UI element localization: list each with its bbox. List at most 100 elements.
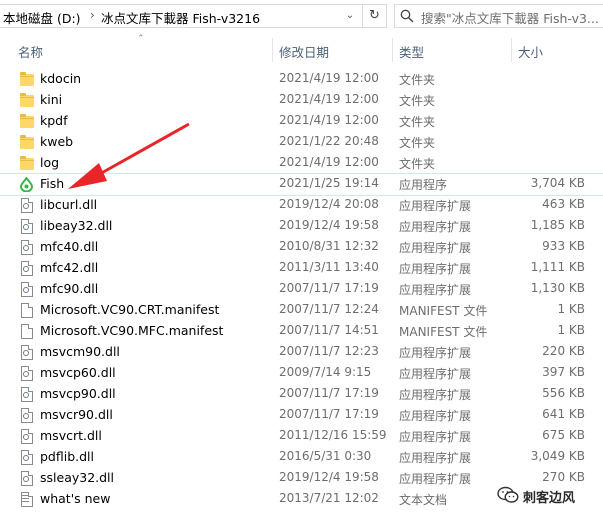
file-name[interactable]: Microsoft.VC90.CRT.manifest: [40, 302, 219, 317]
file-row[interactable]: libcurl.dll 2019/12/4 20:08 应用程序扩展 463 KB: [0, 195, 603, 216]
file-row[interactable]: msvcr90.dll 2007/11/7 17:19 应用程序扩展 641 KB: [0, 405, 603, 426]
file-type: 文件夹: [399, 136, 436, 150]
file-date: 2016/5/31 0:30: [279, 449, 372, 463]
wechat-icon: [497, 486, 519, 503]
file-name[interactable]: msvcm90.dll: [40, 344, 120, 359]
file-row[interactable]: kdocin 2021/4/19 12:00 文件夹: [0, 69, 603, 90]
file-size: 1,111 KB: [530, 260, 585, 274]
file-date: 2010/8/31 12:32: [279, 239, 379, 253]
file-name[interactable]: kdocin: [40, 71, 81, 86]
file-name[interactable]: what's new: [40, 491, 110, 506]
search-placeholder[interactable]: 搜索"冰点文库下載器 Fish-v3...: [421, 8, 599, 27]
file-row[interactable]: mfc42.dll 2011/3/11 13:40 应用程序扩展 1,111 KB: [0, 258, 603, 279]
file-size: 1,130 KB: [530, 281, 585, 295]
breadcrumb-separator[interactable]: ›: [90, 8, 95, 22]
breadcrumb-drive[interactable]: 本地磁盘 (D:): [3, 8, 81, 27]
file-name[interactable]: msvcp60.dll: [40, 365, 116, 380]
file-date: 2009/7/14 9:15: [279, 365, 372, 379]
file-name[interactable]: ssleay32.dll: [40, 470, 114, 485]
column-header-size[interactable]: 大小: [518, 42, 543, 61]
search-box[interactable]: 搜索"冰点文库下載器 Fish-v3...: [394, 4, 603, 28]
file-date: 2019/12/4 20:08: [279, 197, 379, 211]
file-name[interactable]: msvcp90.dll: [40, 386, 116, 401]
folder-icon: [19, 134, 35, 151]
file-row[interactable]: mfc40.dll 2010/8/31 12:32 应用程序扩展 933 KB: [0, 237, 603, 258]
file-type: 应用程序扩展: [399, 388, 472, 402]
dll-icon: [19, 428, 35, 445]
file-name[interactable]: msvcrt.dll: [40, 428, 102, 443]
file-name[interactable]: mfc40.dll: [40, 239, 98, 254]
file-row[interactable]: msvcp60.dll 2009/7/14 9:15 应用程序扩展 397 KB: [0, 363, 603, 384]
file-type: 文本文档: [399, 493, 448, 507]
file-row[interactable]: Microsoft.VC90.MFC.manifest 2007/11/7 14:…: [0, 321, 603, 342]
history-dropdown-icon[interactable]: ⌄: [339, 5, 361, 27]
file-row[interactable]: log 2021/4/19 12:00 文件夹: [0, 153, 603, 174]
file-type: 应用程序扩展: [399, 409, 472, 423]
file-type: 应用程序扩展: [399, 430, 472, 444]
dll-icon: [19, 470, 35, 487]
file-type: 应用程序扩展: [399, 262, 472, 276]
file-name[interactable]: pdflib.dll: [40, 449, 94, 464]
file-icon: [19, 302, 35, 319]
column-header-type[interactable]: 类型: [399, 42, 424, 61]
column-divider[interactable]: [511, 38, 512, 62]
dll-icon: [19, 197, 35, 214]
file-type: 应用程序扩展: [399, 241, 472, 255]
file-row[interactable]: pdflib.dll 2016/5/31 0:30 应用程序扩展 3,049 KB: [0, 447, 603, 468]
file-row[interactable]: libeay32.dll 2019/12/4 19:58 应用程序扩展 1,185 K…: [0, 216, 603, 237]
file-size: 641 KB: [542, 407, 585, 421]
file-name[interactable]: libcurl.dll: [40, 197, 97, 212]
file-name[interactable]: log: [40, 155, 59, 170]
file-date: 2021/4/19 12:00: [279, 113, 379, 127]
file-type: 应用程序扩展: [399, 472, 472, 486]
file-row[interactable]: kweb 2021/1/22 20:48 文件夹: [0, 132, 603, 153]
column-divider[interactable]: [392, 38, 393, 62]
file-size: 220 KB: [542, 344, 585, 358]
dll-icon: [19, 386, 35, 403]
file-type: MANIFEST 文件: [399, 304, 488, 318]
file-type: 应用程序: [399, 178, 448, 192]
file-date: 2013/7/21 12:02: [279, 491, 379, 505]
folder-icon: [19, 92, 35, 109]
file-row[interactable]: Microsoft.VC90.CRT.manifest 2007/11/7 12:…: [0, 300, 603, 321]
file-date: 2007/11/7 12:23: [279, 344, 379, 358]
dll-icon: [19, 449, 35, 466]
refresh-icon[interactable]: ↻: [362, 5, 386, 27]
file-date: 2021/4/19 12:00: [279, 92, 379, 106]
file-name[interactable]: libeay32.dll: [40, 218, 112, 233]
file-size: 556 KB: [542, 386, 585, 400]
file-row[interactable]: mfc90.dll 2007/11/7 17:19 应用程序扩展 1,130 KB: [0, 279, 603, 300]
breadcrumb-folder[interactable]: 冰点文库下載器 Fish-v3216: [101, 8, 260, 27]
file-type: 文件夹: [399, 73, 436, 87]
address-bar[interactable]: 本地磁盘 (D:) › 冰点文库下載器 Fish-v3216 ⌄ ↻: [0, 4, 387, 28]
file-size: 397 KB: [542, 365, 585, 379]
file-name[interactable]: Fish: [40, 176, 64, 191]
file-name[interactable]: mfc90.dll: [40, 281, 98, 296]
file-date: 2021/1/25 19:14: [279, 176, 379, 190]
file-size: 1 KB: [557, 302, 585, 316]
file-name[interactable]: kpdf: [40, 113, 68, 128]
folder-icon: [19, 113, 35, 130]
column-header-name[interactable]: 名称: [18, 42, 43, 61]
file-size: 3,049 KB: [530, 449, 585, 463]
file-row[interactable]: msvcp90.dll 2007/11/7 17:19 应用程序扩展 556 KB: [0, 384, 603, 405]
file-name[interactable]: kweb: [40, 134, 73, 149]
folder-icon: [19, 155, 35, 172]
file-row[interactable]: kini 2021/4/19 12:00 文件夹: [0, 90, 603, 111]
file-name[interactable]: Microsoft.VC90.MFC.manifest: [40, 323, 223, 338]
file-row[interactable]: kpdf 2021/4/19 12:00 文件夹: [0, 111, 603, 132]
file-row[interactable]: msvcrt.dll 2011/12/16 15:59 应用程序扩展 675 KB: [0, 426, 603, 447]
file-icon: [19, 323, 35, 340]
file-date: 2007/11/7 14:51: [279, 323, 379, 337]
file-row[interactable]: Fish 2021/1/25 19:14 应用程序 3,704 KB: [0, 173, 603, 196]
column-header-date[interactable]: 修改日期: [279, 42, 329, 61]
text-file-icon: [19, 491, 35, 508]
column-divider[interactable]: [272, 38, 273, 62]
file-name[interactable]: kini: [40, 92, 62, 107]
file-date: 2011/3/11 13:40: [279, 260, 379, 274]
file-row[interactable]: msvcm90.dll 2007/11/7 12:23 应用程序扩展 220 KB: [0, 342, 603, 363]
file-name[interactable]: msvcr90.dll: [40, 407, 113, 422]
file-name[interactable]: mfc42.dll: [40, 260, 98, 275]
file-size: 933 KB: [542, 239, 585, 253]
file-type: 应用程序扩展: [399, 199, 472, 213]
